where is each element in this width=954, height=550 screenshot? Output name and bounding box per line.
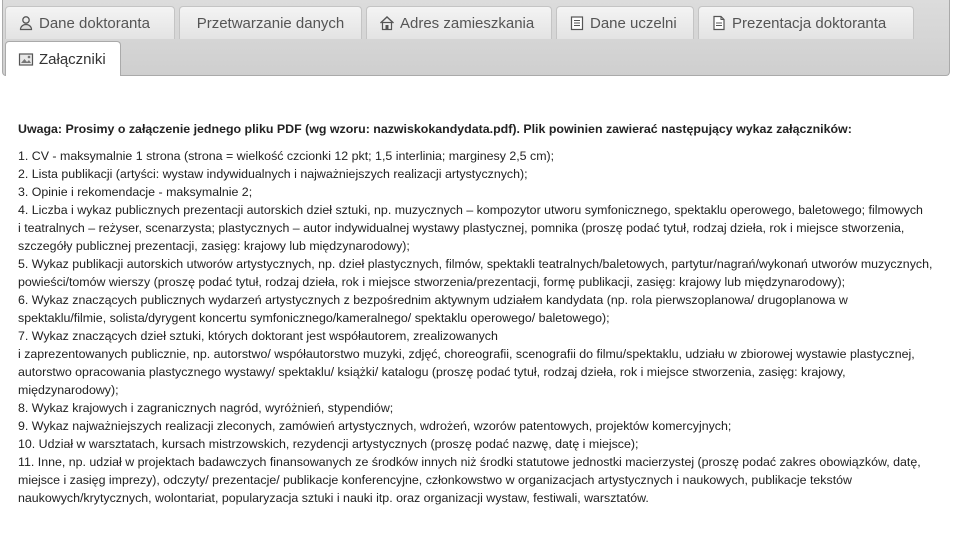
tab-label: Załączniki — [39, 50, 106, 68]
tab-prezentacja-doktoranta[interactable]: Prezentacja doktoranta — [698, 6, 914, 39]
tab-dane-uczelni[interactable]: Dane uczelni — [556, 6, 694, 39]
list-item: 11. Inne, np. udział w projektach badawc… — [18, 455, 921, 505]
list-item: i teatralnych – reżyser, scenarzysta; pl… — [18, 221, 905, 253]
home-icon — [379, 15, 395, 31]
list-item: 9. Wykaz najważniejszych realizacji zlec… — [18, 419, 732, 433]
tab-zalaczniki[interactable]: Załączniki — [5, 41, 121, 76]
user-icon — [18, 15, 34, 31]
page-icon — [711, 15, 727, 31]
list-item: 5. Wykaz publikacji autorskich utworów a… — [18, 257, 933, 289]
tab-label: Dane doktoranta — [39, 14, 150, 32]
list-item: 2. Lista publikacji (artyści: wystaw ind… — [18, 167, 528, 181]
tab-label: Przetwarzanie danych — [196, 14, 345, 32]
list-item: 10. Udział w warsztatach, kursach mistrz… — [18, 437, 639, 451]
attachment-requirements-list: 1. CV - maksymalnie 1 strona (strona = w… — [18, 147, 933, 507]
document-icon — [569, 15, 585, 31]
tab-label: Dane uczelni — [590, 14, 677, 32]
tab-label: Adres zamieszkania — [400, 14, 535, 32]
list-item: 3. Opinie i rekomendacje - maksymalnie 2… — [18, 185, 253, 199]
list-item: 7. Wykaz znaczących dzieł sztuki, któryc… — [18, 329, 498, 343]
notice-text: Uwaga: Prosimy o załączenie jednego plik… — [18, 122, 852, 136]
list-item: 8. Wykaz krajowych i zagranicznych nagró… — [18, 401, 394, 415]
list-item: i zaprezentowanych publicznie, np. autor… — [18, 347, 915, 397]
list-item: 1. CV - maksymalnie 1 strona (strona = w… — [18, 149, 555, 163]
attachment-icon — [18, 51, 34, 67]
list-item: 6. Wykaz znaczących publicznych wydarzeń… — [18, 293, 848, 325]
tab-adres-zamieszkania[interactable]: Adres zamieszkania — [366, 6, 552, 39]
tab-przetwarzanie-danych[interactable]: Przetwarzanie danych — [179, 6, 362, 39]
list-item: 4. Liczba i wykaz publicznych prezentacj… — [18, 203, 923, 217]
tab-bar: Dane doktoranta Przetwarzanie danych Adr… — [2, 0, 950, 76]
attachments-content: Uwaga: Prosimy o załączenie jednego plik… — [18, 120, 933, 507]
tab-label: Prezentacja doktoranta — [732, 14, 887, 32]
tab-dane-doktoranta[interactable]: Dane doktoranta — [5, 6, 175, 39]
